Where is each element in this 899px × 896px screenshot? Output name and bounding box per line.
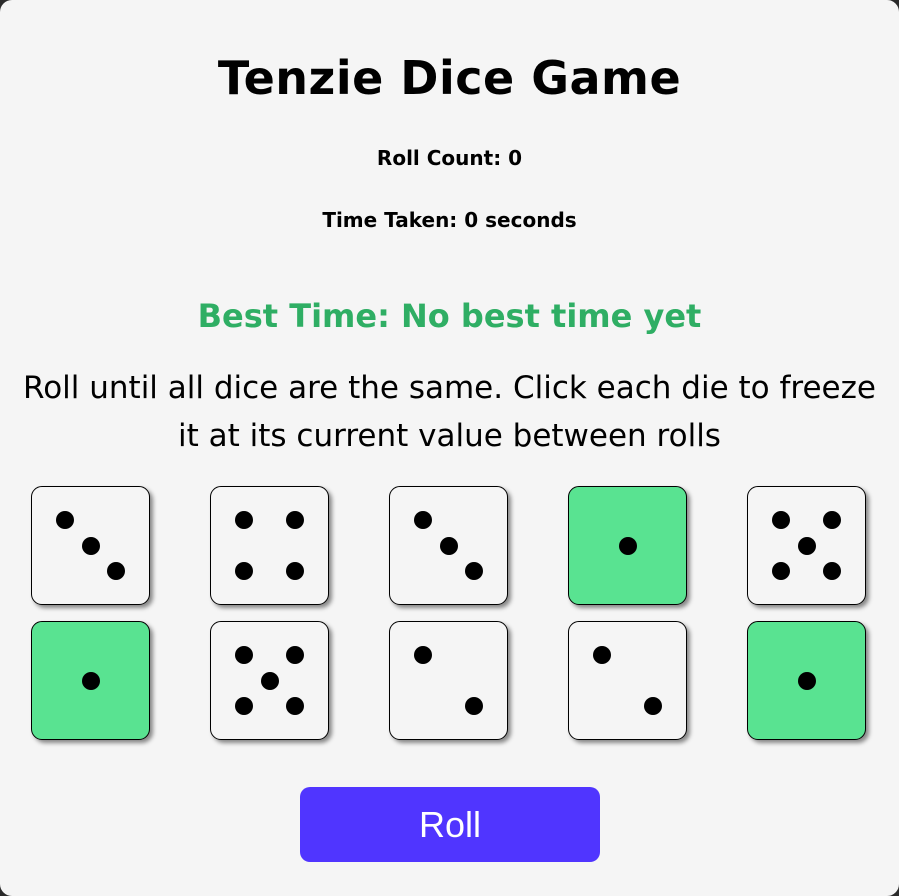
die-9[interactable]: 2 xyxy=(568,621,687,740)
die-pip xyxy=(771,562,790,581)
roll-button[interactable]: Roll xyxy=(300,787,600,862)
die-pip xyxy=(55,510,74,529)
die-7[interactable]: 5 xyxy=(210,621,329,740)
die-pip xyxy=(81,671,100,690)
die-pip xyxy=(234,562,253,581)
die-pip xyxy=(465,562,484,581)
die-pip xyxy=(234,510,253,529)
die-pip xyxy=(771,510,790,529)
die-pip xyxy=(260,671,279,690)
die-6[interactable]: 1 xyxy=(31,621,150,740)
die-pip xyxy=(81,536,100,555)
die-pip xyxy=(234,697,253,716)
die-pip xyxy=(413,645,432,664)
die-pip xyxy=(465,697,484,716)
die-2[interactable]: 4 xyxy=(210,486,329,605)
die-pip xyxy=(644,697,663,716)
die-5[interactable]: 5 xyxy=(747,486,866,605)
time-taken: Time Taken: 0 seconds xyxy=(322,208,577,232)
die-8[interactable]: 2 xyxy=(389,621,508,740)
die-pip xyxy=(286,697,305,716)
die-pip xyxy=(234,645,253,664)
die-4[interactable]: 1 xyxy=(568,486,687,605)
die-pip xyxy=(823,510,842,529)
die-pip xyxy=(107,562,126,581)
die-pip xyxy=(286,510,305,529)
die-pip xyxy=(797,671,816,690)
die-pip xyxy=(286,645,305,664)
dice-grid: 3431515221 xyxy=(31,486,870,742)
game-card: Tenzie Dice Game Roll Count: 0 Time Take… xyxy=(0,0,899,896)
die-pip xyxy=(286,562,305,581)
instructions: Roll until all dice are the same. Click … xyxy=(23,370,876,454)
best-time: Best Time: No best time yet xyxy=(197,297,702,335)
die-pip xyxy=(797,536,816,555)
die-pip xyxy=(439,536,458,555)
die-10[interactable]: 1 xyxy=(747,621,866,740)
die-pip xyxy=(413,510,432,529)
die-pip xyxy=(592,645,611,664)
roll-count: Roll Count: 0 xyxy=(376,146,523,170)
die-pip xyxy=(823,562,842,581)
page-title: Tenzie Dice Game xyxy=(217,51,682,105)
die-pip xyxy=(618,536,637,555)
die-1[interactable]: 3 xyxy=(31,486,150,605)
die-3[interactable]: 3 xyxy=(389,486,508,605)
